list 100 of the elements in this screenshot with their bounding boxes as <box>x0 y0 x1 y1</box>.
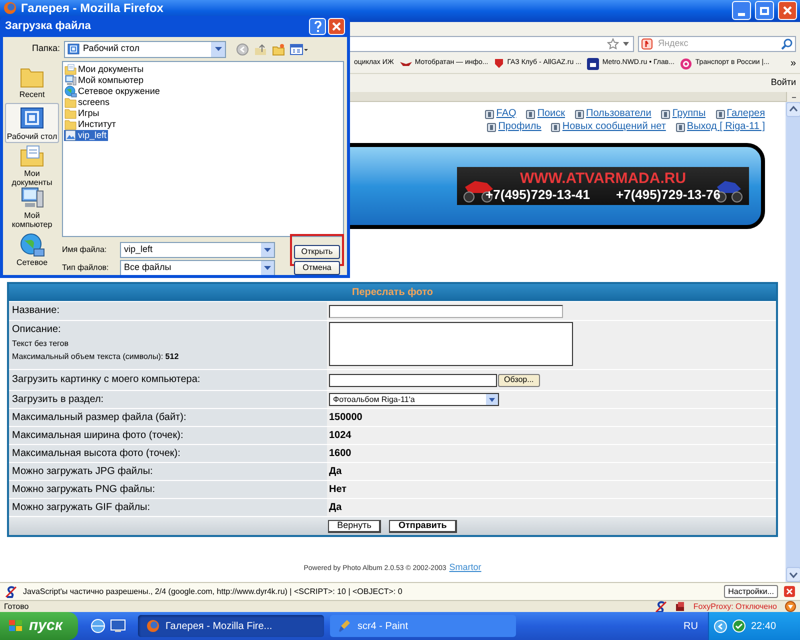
globe-icon <box>19 232 45 258</box>
tab-list-button[interactable] <box>786 92 800 102</box>
ad-site: WWW.ATVARMADA.RU <box>520 171 686 186</box>
back-button[interactable] <box>236 42 249 56</box>
reset-button[interactable]: Вернуть <box>328 520 382 532</box>
dropdown-arrow-icon <box>489 398 495 402</box>
ad-phone: +7(495)729-13-41 <box>486 188 590 201</box>
limit-value: Нет <box>329 483 347 497</box>
more-bookmarks-button[interactable]: » <box>790 56 796 71</box>
dropdown-arrow-icon <box>264 248 271 252</box>
minimize-button[interactable] <box>732 1 751 20</box>
dropdown-caret-icon <box>623 42 629 46</box>
chevron-left-icon <box>718 622 724 630</box>
firefox-icon <box>146 619 160 633</box>
up-folder-button[interactable] <box>254 42 267 56</box>
field-note: Текст без тегов <box>12 339 70 349</box>
field-label: Загрузить в раздел: <box>12 394 105 406</box>
nav-link-icon <box>575 110 584 118</box>
computer-icon <box>64 74 77 87</box>
file-item[interactable]: vip_left <box>64 130 108 141</box>
title-input[interactable] <box>329 304 563 318</box>
file-type-combo[interactable]: Все файлы <box>120 260 275 275</box>
nav-link-icon <box>526 110 536 118</box>
places-item[interactable]: Recent <box>5 61 59 101</box>
filename-label: Имя файла: <box>62 244 108 256</box>
nav-link[interactable]: Пользователи <box>586 108 652 120</box>
footer-link[interactable]: Smartor <box>449 561 482 574</box>
new-folder-button[interactable] <box>272 42 285 56</box>
taskbar-task[interactable]: scr4 - Paint <box>330 615 516 637</box>
close-button[interactable] <box>784 586 795 597</box>
scroll-down-icon <box>786 567 800 582</box>
file-item[interactable]: Мои документы <box>64 64 145 75</box>
nav-link[interactable]: Поиск <box>537 108 566 120</box>
monitor-icon <box>110 618 126 634</box>
scroll-up-icon <box>786 102 800 117</box>
ad-phone: +7(495)729-13-76 <box>616 188 720 201</box>
language-indicator[interactable]: RU <box>684 618 702 634</box>
ad-banner[interactable]: WWW.ATVARMADA.RU +7(495)729-13-41 +7(495)729-13-76 <box>457 167 749 205</box>
field-label: Можно загружать GIF файлы: <box>12 502 152 514</box>
nav-link[interactable]: Профиль <box>498 121 542 133</box>
search-input[interactable]: Яндекс <box>658 37 778 51</box>
file-item[interactable]: Институт <box>64 119 117 130</box>
nav-link[interactable]: FAQ <box>496 108 516 120</box>
close-button[interactable] <box>328 18 345 35</box>
taskbar-task[interactable]: Галерея - Mozilla Fire... <box>138 615 324 637</box>
search-icon <box>781 38 793 50</box>
folder-icon <box>64 96 77 109</box>
browser-quicklaunch-icon[interactable] <box>90 618 106 634</box>
dropdown-arrow-icon <box>264 266 271 270</box>
folder-combo[interactable]: Рабочий стол <box>64 40 226 58</box>
dialog-title: Загрузка файла <box>5 19 92 34</box>
image-file-icon <box>64 129 77 142</box>
new-folder-icon <box>272 42 285 56</box>
star-icon <box>607 38 619 50</box>
close-icon <box>332 22 341 31</box>
scrollbar[interactable] <box>785 102 800 582</box>
cancel-button[interactable]: Отмена <box>294 261 340 275</box>
nav-link[interactable]: Группы <box>672 108 706 120</box>
filename-combo[interactable]: vip_left <box>120 242 275 258</box>
back-icon <box>236 42 249 56</box>
search-field[interactable]: Яндекс <box>638 36 796 52</box>
proxy-status[interactable]: FoxyProxy: Отключено <box>693 602 777 610</box>
field-label: Можно загружать JPG файлы: <box>12 466 154 478</box>
description-textarea[interactable] <box>329 322 573 366</box>
documents-folder-icon <box>19 143 45 169</box>
nav-link[interactable]: Выход [ Riga-11 ] <box>686 121 765 133</box>
help-button[interactable] <box>309 18 326 35</box>
limit-value: 1024 <box>329 429 352 443</box>
windows-flag-icon <box>8 619 24 633</box>
places-item[interactable]: Мой компьютер <box>5 187 59 227</box>
metro-icon <box>587 58 600 70</box>
file-item[interactable]: screens <box>64 97 111 108</box>
field-label: Максимальная высота фото (точек): <box>12 448 182 460</box>
settings-button[interactable]: Настройки... <box>724 585 778 598</box>
places-item[interactable]: Сетевое <box>5 229 59 269</box>
noscript-icon <box>5 586 17 598</box>
desktop-quicklaunch-icon[interactable] <box>110 618 126 634</box>
submit-button[interactable]: Отправить <box>389 520 457 532</box>
open-button[interactable]: Открыть <box>294 245 340 259</box>
browse-button[interactable]: Обзор... <box>498 374 540 386</box>
file-item[interactable]: Мой компьютер <box>64 75 145 86</box>
login-button[interactable]: Войти <box>770 76 796 90</box>
file-item[interactable]: Игры <box>64 108 100 119</box>
nav-link[interactable]: Новых сообщений нет <box>562 121 666 133</box>
tray-expand-button[interactable] <box>714 620 727 632</box>
places-item[interactable]: Рабочий стол <box>5 103 59 143</box>
form-title: Переслать фото <box>352 286 433 300</box>
nav-link[interactable]: Галерея <box>726 108 765 120</box>
places-item[interactable]: Мои документы <box>5 145 59 185</box>
close-button[interactable] <box>778 1 797 20</box>
window-title: Галерея - Mozilla Firefox <box>21 1 164 16</box>
file-item[interactable]: Сетевое окружение <box>64 86 161 97</box>
view-menu-button[interactable] <box>290 42 308 56</box>
view-menu-icon <box>290 42 308 56</box>
clock: 22:40 <box>751 620 776 634</box>
folder-icon <box>64 107 77 120</box>
album-select[interactable]: Фотоальбом Riga-11'a <box>329 393 499 406</box>
file-path-input[interactable] <box>329 374 497 386</box>
help-icon <box>314 21 322 32</box>
restore-button[interactable] <box>755 1 774 20</box>
